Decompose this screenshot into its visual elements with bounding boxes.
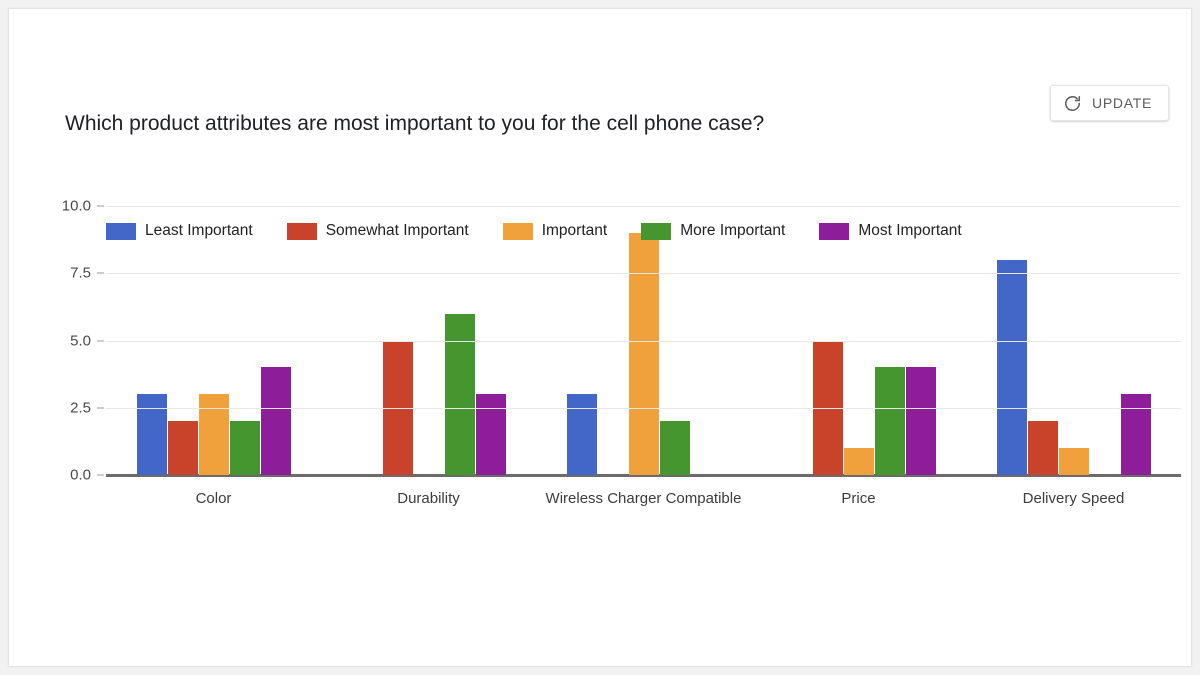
bar[interactable] — [136, 394, 167, 475]
x-axis-tick-label: Color — [195, 490, 232, 507]
bar[interactable] — [167, 421, 198, 475]
legend-label: Most Important — [858, 222, 962, 239]
y-axis-tick-label: 5.0 — [70, 332, 91, 349]
bar[interactable] — [659, 421, 690, 475]
legend-swatch — [286, 222, 317, 240]
y-axis-tick-mark — [97, 407, 104, 409]
x-axis-tick-label: Wireless Charger Compatible — [545, 490, 742, 507]
bar[interactable] — [229, 421, 260, 475]
y-axis-tick-mark — [97, 340, 104, 341]
legend-label: Least Important — [145, 222, 253, 239]
bar[interactable] — [1058, 448, 1089, 475]
y-axis-tick-mark — [97, 272, 104, 274]
legend-item[interactable]: Important — [502, 222, 608, 240]
gridline — [106, 206, 1181, 207]
legend-swatch — [819, 222, 850, 240]
y-axis-tick-mark — [97, 205, 104, 207]
legend-label: Important — [541, 222, 608, 239]
legend-item[interactable]: Most Important — [819, 222, 962, 240]
bar[interactable] — [444, 313, 475, 475]
y-axis-tick-label: 0.0 — [70, 466, 91, 484]
legend-label: More Important — [680, 222, 786, 239]
y-axis-tick-label: 10.0 — [61, 197, 91, 215]
legend-swatch — [641, 222, 672, 240]
x-axis-tick-label: Durability — [397, 490, 460, 507]
gridline — [106, 273, 1181, 275]
legend-swatch — [106, 222, 136, 240]
bar[interactable] — [874, 367, 905, 475]
legend-label: Somewhat Important — [325, 222, 469, 239]
gridline — [106, 407, 1181, 409]
legend-swatch — [502, 222, 533, 240]
screenshot-root: UPDATE Which product attributes are most… — [0, 0, 1200, 675]
y-axis-tick-label: 2.5 — [70, 399, 91, 417]
gridline — [106, 340, 1181, 342]
bar[interactable] — [1120, 394, 1151, 475]
bar[interactable] — [628, 232, 659, 475]
chart-legend: Least Important Somewhat Important Importa… — [106, 222, 996, 240]
bar[interactable] — [1027, 421, 1058, 475]
bar[interactable] — [843, 448, 874, 475]
plot-area: Color Durability Wireless Charger Compatib… — [62, 198, 1181, 507]
bar[interactable] — [260, 367, 291, 475]
y-axis-tick-mark — [97, 474, 104, 476]
chart-card: UPDATE Which product attributes are most… — [8, 8, 1192, 667]
legend-item[interactable]: Least Important — [106, 222, 253, 240]
x-axis-tick-label: Price — [841, 490, 876, 507]
bar[interactable] — [905, 367, 936, 475]
y-axis-tick-label: 7.5 — [70, 264, 91, 282]
legend-item[interactable]: More Important — [641, 222, 785, 240]
bar[interactable] — [996, 259, 1027, 475]
bar[interactable] — [566, 394, 597, 475]
bar[interactable] — [198, 394, 229, 475]
x-axis-tick-label: Delivery Speed — [1022, 490, 1125, 507]
bar[interactable] — [475, 394, 506, 475]
legend-item[interactable]: Somewhat Important — [286, 222, 469, 240]
chart-canvas: Color Durability Wireless Charger Compatib… — [9, 9, 1193, 668]
